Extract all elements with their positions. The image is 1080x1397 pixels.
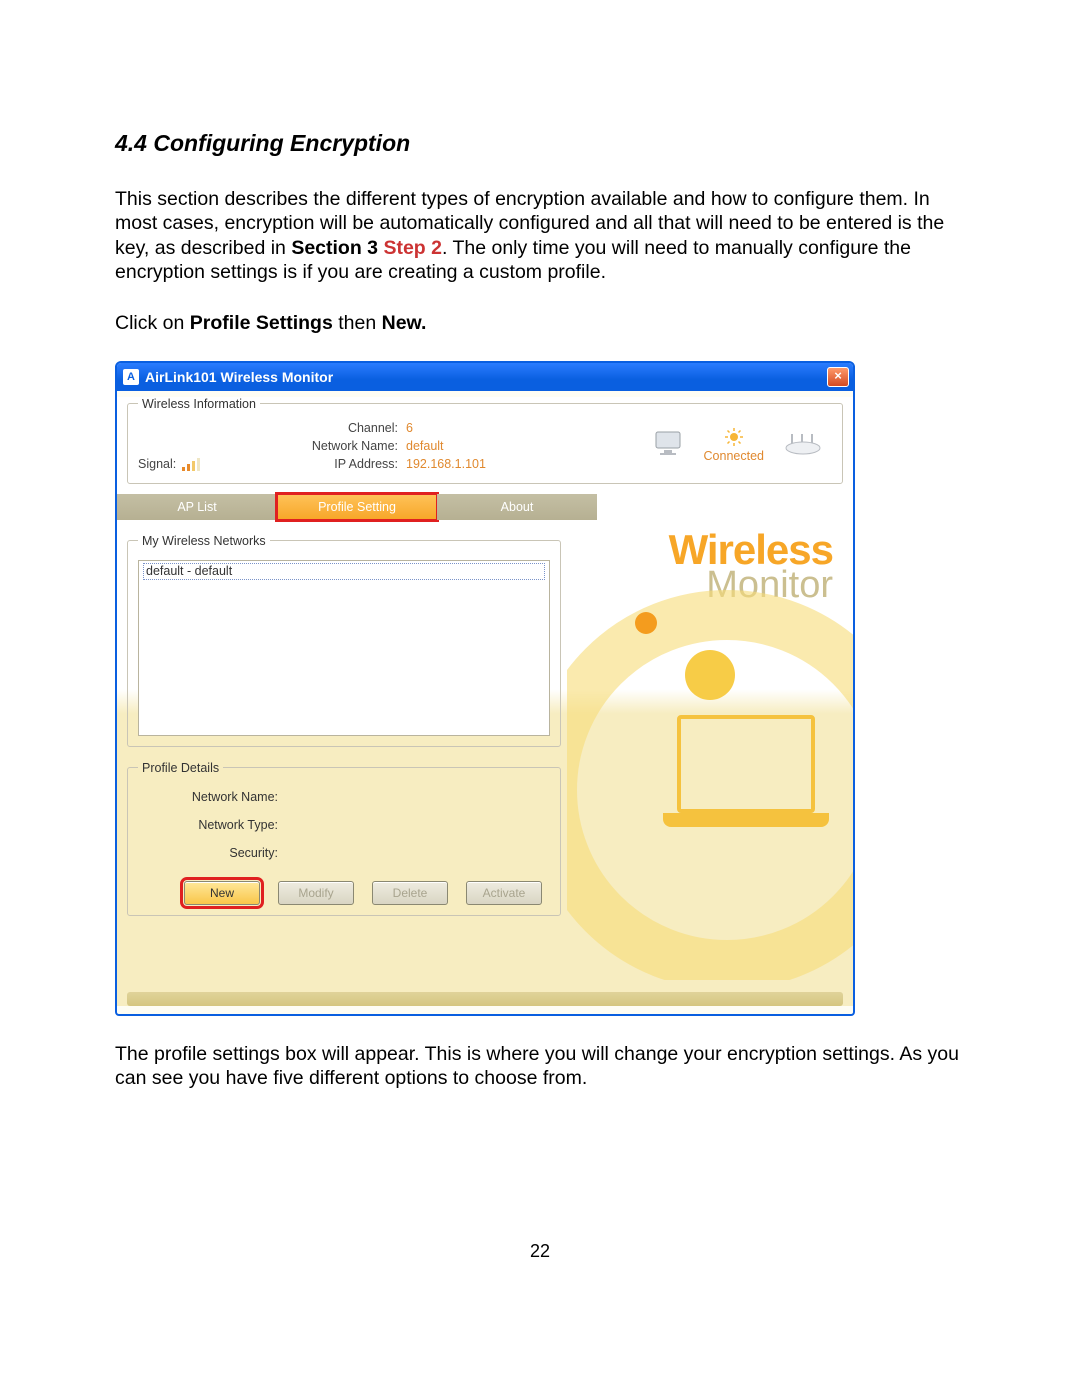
paragraph-1: This section describes the different typ…: [115, 187, 965, 285]
text-bold: Profile Settings: [190, 312, 333, 334]
modify-button[interactable]: Modify: [278, 881, 354, 905]
button-row: New Modify Delete Activate: [184, 881, 550, 905]
info-row-ip: IP Address: 192.168.1.101: [288, 455, 553, 473]
paragraph-2: Click on Profile Settings then New.: [115, 311, 965, 335]
value: 192.168.1.101: [406, 455, 486, 473]
deco-laptop-icon: [677, 715, 815, 813]
window-title: AirLink101 Wireless Monitor: [145, 369, 333, 385]
tab-about[interactable]: About: [437, 494, 597, 520]
tab-bar: AP List Profile Setting About: [117, 494, 853, 520]
new-button[interactable]: New: [184, 881, 260, 905]
value: default: [406, 437, 444, 455]
window-body: Wireless Information Signal: Chan: [117, 397, 853, 1006]
app-icon: A: [123, 369, 139, 385]
wireless-info-legend: Wireless Information: [138, 397, 260, 411]
deco-dot-icon: [635, 612, 657, 634]
list-item[interactable]: default - default: [143, 563, 545, 580]
connection-status-label: Connected: [704, 449, 764, 463]
deco-dot-icon: [685, 650, 735, 700]
label: IP Address:: [288, 455, 398, 473]
section-heading: 4.4 Configuring Encryption: [115, 130, 965, 157]
connection-status-icon: [725, 428, 743, 449]
footer-bar: [127, 992, 843, 1006]
my-networks-legend: My Wireless Networks: [138, 534, 270, 548]
info-row-network-name: Network Name: default: [288, 437, 553, 455]
text: Click on: [115, 312, 190, 334]
router-icon: [784, 432, 822, 459]
monitor-icon: [654, 430, 684, 461]
page-number: 22: [115, 1241, 965, 1262]
signal-block: Signal:: [138, 419, 288, 473]
label: Network Name:: [288, 437, 398, 455]
label: Network Type:: [138, 811, 284, 839]
text-step: Step 2: [383, 237, 442, 259]
profile-details-legend: Profile Details: [138, 761, 223, 775]
tab-profile-setting[interactable]: Profile Setting: [277, 494, 437, 520]
app-window: A AirLink101 Wireless Monitor × Wireless…: [115, 361, 855, 1016]
label: Channel:: [288, 419, 398, 437]
detail-row-network-type: Network Type:: [138, 811, 550, 839]
my-networks-group: My Wireless Networks default - default: [127, 534, 561, 747]
wireless-info-group: Wireless Information Signal: Chan: [127, 397, 843, 484]
paragraph-3: The profile settings box will appear. Th…: [115, 1042, 965, 1091]
profile-details-group: Profile Details Network Name: Network Ty…: [127, 761, 561, 916]
delete-button[interactable]: Delete: [372, 881, 448, 905]
branding-art: Wireless Monitor: [567, 520, 853, 980]
text-bold: New.: [382, 312, 427, 334]
label: Network Name:: [138, 783, 284, 811]
detail-row-network-name: Network Name:: [138, 783, 550, 811]
text: then: [333, 312, 382, 334]
networks-listbox[interactable]: default - default: [138, 560, 550, 736]
value: 6: [406, 419, 413, 437]
titlebar[interactable]: A AirLink101 Wireless Monitor ×: [117, 363, 853, 391]
detail-row-security: Security:: [138, 839, 550, 867]
document-page: 4.4 Configuring Encryption This section …: [0, 0, 1080, 1322]
signal-bars-icon: [182, 457, 200, 471]
activate-button[interactable]: Activate: [466, 881, 542, 905]
text-bold: Section 3: [291, 237, 383, 259]
signal-label: Signal:: [138, 457, 176, 471]
tab-ap-list[interactable]: AP List: [117, 494, 277, 520]
close-button[interactable]: ×: [827, 367, 849, 387]
label: Security:: [138, 839, 284, 867]
info-row-channel: Channel: 6: [288, 419, 553, 437]
